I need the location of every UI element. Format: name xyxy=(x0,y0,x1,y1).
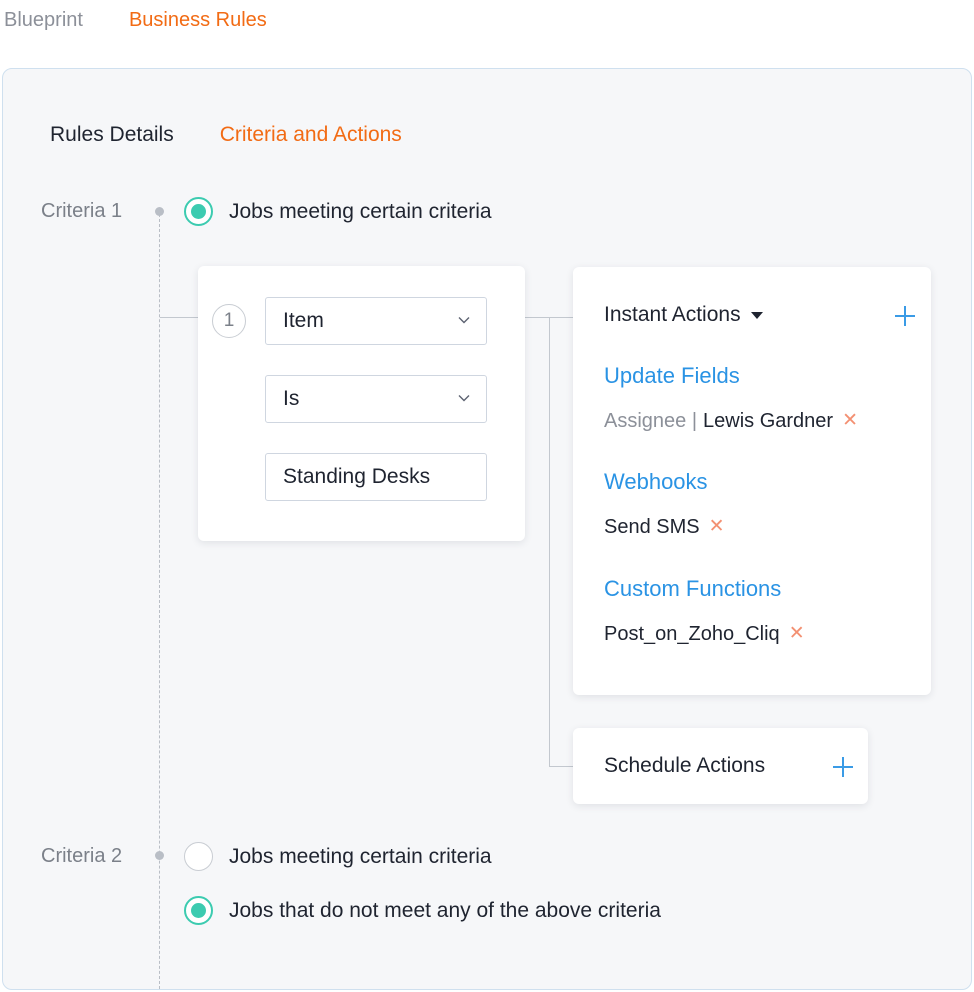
radio-unchecked[interactable] xyxy=(184,842,213,871)
instant-actions-menu[interactable]: Instant Actions xyxy=(604,301,763,329)
update-field-value: Lewis Gardner xyxy=(703,410,834,432)
add-schedule-action-plus-icon[interactable] xyxy=(833,757,853,777)
field-select-value: Item xyxy=(283,309,324,332)
criteria-2-option-not-meeting[interactable]: Jobs that do not meet any of the above c… xyxy=(184,896,661,925)
custom-function-item: Post_on_Zoho_Cliq ✕ xyxy=(604,621,805,647)
radio-label: Jobs meeting certain criteria xyxy=(229,199,492,223)
tab-criteria-and-actions[interactable]: Criteria and Actions xyxy=(220,121,402,149)
remove-close-icon[interactable]: ✕ xyxy=(789,624,805,644)
top-tabs: Blueprint Business Rules xyxy=(4,6,313,36)
update-fields-heading[interactable]: Update Fields xyxy=(604,362,740,390)
schedule-actions-title: Schedule Actions xyxy=(604,754,766,777)
instant-actions-title: Instant Actions xyxy=(604,303,741,326)
radio-checked[interactable] xyxy=(184,896,213,925)
radio-checked[interactable] xyxy=(184,197,213,226)
sub-tabs: Rules Details Criteria and Actions xyxy=(50,121,448,149)
timeline-dot-criteria-2 xyxy=(155,851,164,860)
connector-vertical xyxy=(549,317,550,767)
instant-actions-card: Instant Actions Update Fields Assignee |… xyxy=(573,267,931,695)
chevron-down-icon xyxy=(458,395,470,402)
criteria-2-option-meeting[interactable]: Jobs meeting certain criteria xyxy=(184,842,492,871)
radio-label: Jobs that do not meet any of the above c… xyxy=(229,898,661,922)
value-input[interactable]: Standing Desks xyxy=(265,453,487,501)
criteria-1-option-meeting[interactable]: Jobs meeting certain criteria xyxy=(184,197,492,226)
add-instant-action-plus-icon[interactable] xyxy=(895,306,915,326)
tab-blueprint[interactable]: Blueprint xyxy=(4,6,83,36)
rules-panel: Rules Details Criteria and Actions Crite… xyxy=(2,68,972,990)
condition-number: 1 xyxy=(212,304,246,338)
webhook-item-label: Send SMS xyxy=(604,516,700,538)
radio-label: Jobs meeting certain criteria xyxy=(229,844,492,868)
connector-to-schedule xyxy=(549,766,573,767)
schedule-actions-card: Schedule Actions xyxy=(573,728,868,804)
criteria-2-label: Criteria 2 xyxy=(41,845,123,867)
field-select[interactable]: Item xyxy=(265,297,487,345)
chevron-down-icon xyxy=(458,317,470,324)
value-input-text: Standing Desks xyxy=(283,465,431,488)
remove-close-icon[interactable]: ✕ xyxy=(709,517,725,537)
criteria-1-label: Criteria 1 xyxy=(41,200,123,222)
update-field-item: Assignee | Lewis Gardner ✕ xyxy=(604,408,858,434)
tab-rules-details[interactable]: Rules Details xyxy=(50,121,174,149)
caret-down-icon xyxy=(750,311,763,319)
timeline-dot-criteria-1 xyxy=(155,207,164,216)
webhook-item: Send SMS ✕ xyxy=(604,514,725,540)
operator-select-value: Is xyxy=(283,387,300,410)
remove-close-icon[interactable]: ✕ xyxy=(842,411,858,431)
condition-card: 1 Item Is Standing Desks xyxy=(198,266,525,541)
custom-function-item-label: Post_on_Zoho_Cliq xyxy=(604,623,780,645)
tab-business-rules[interactable]: Business Rules xyxy=(129,6,267,36)
operator-select[interactable]: Is xyxy=(265,375,487,423)
connector-timeline-to-condition xyxy=(160,317,198,318)
webhooks-heading[interactable]: Webhooks xyxy=(604,468,708,496)
custom-functions-heading[interactable]: Custom Functions xyxy=(604,575,781,603)
timeline-line xyxy=(159,209,160,989)
update-field-label: Assignee | xyxy=(604,410,698,432)
